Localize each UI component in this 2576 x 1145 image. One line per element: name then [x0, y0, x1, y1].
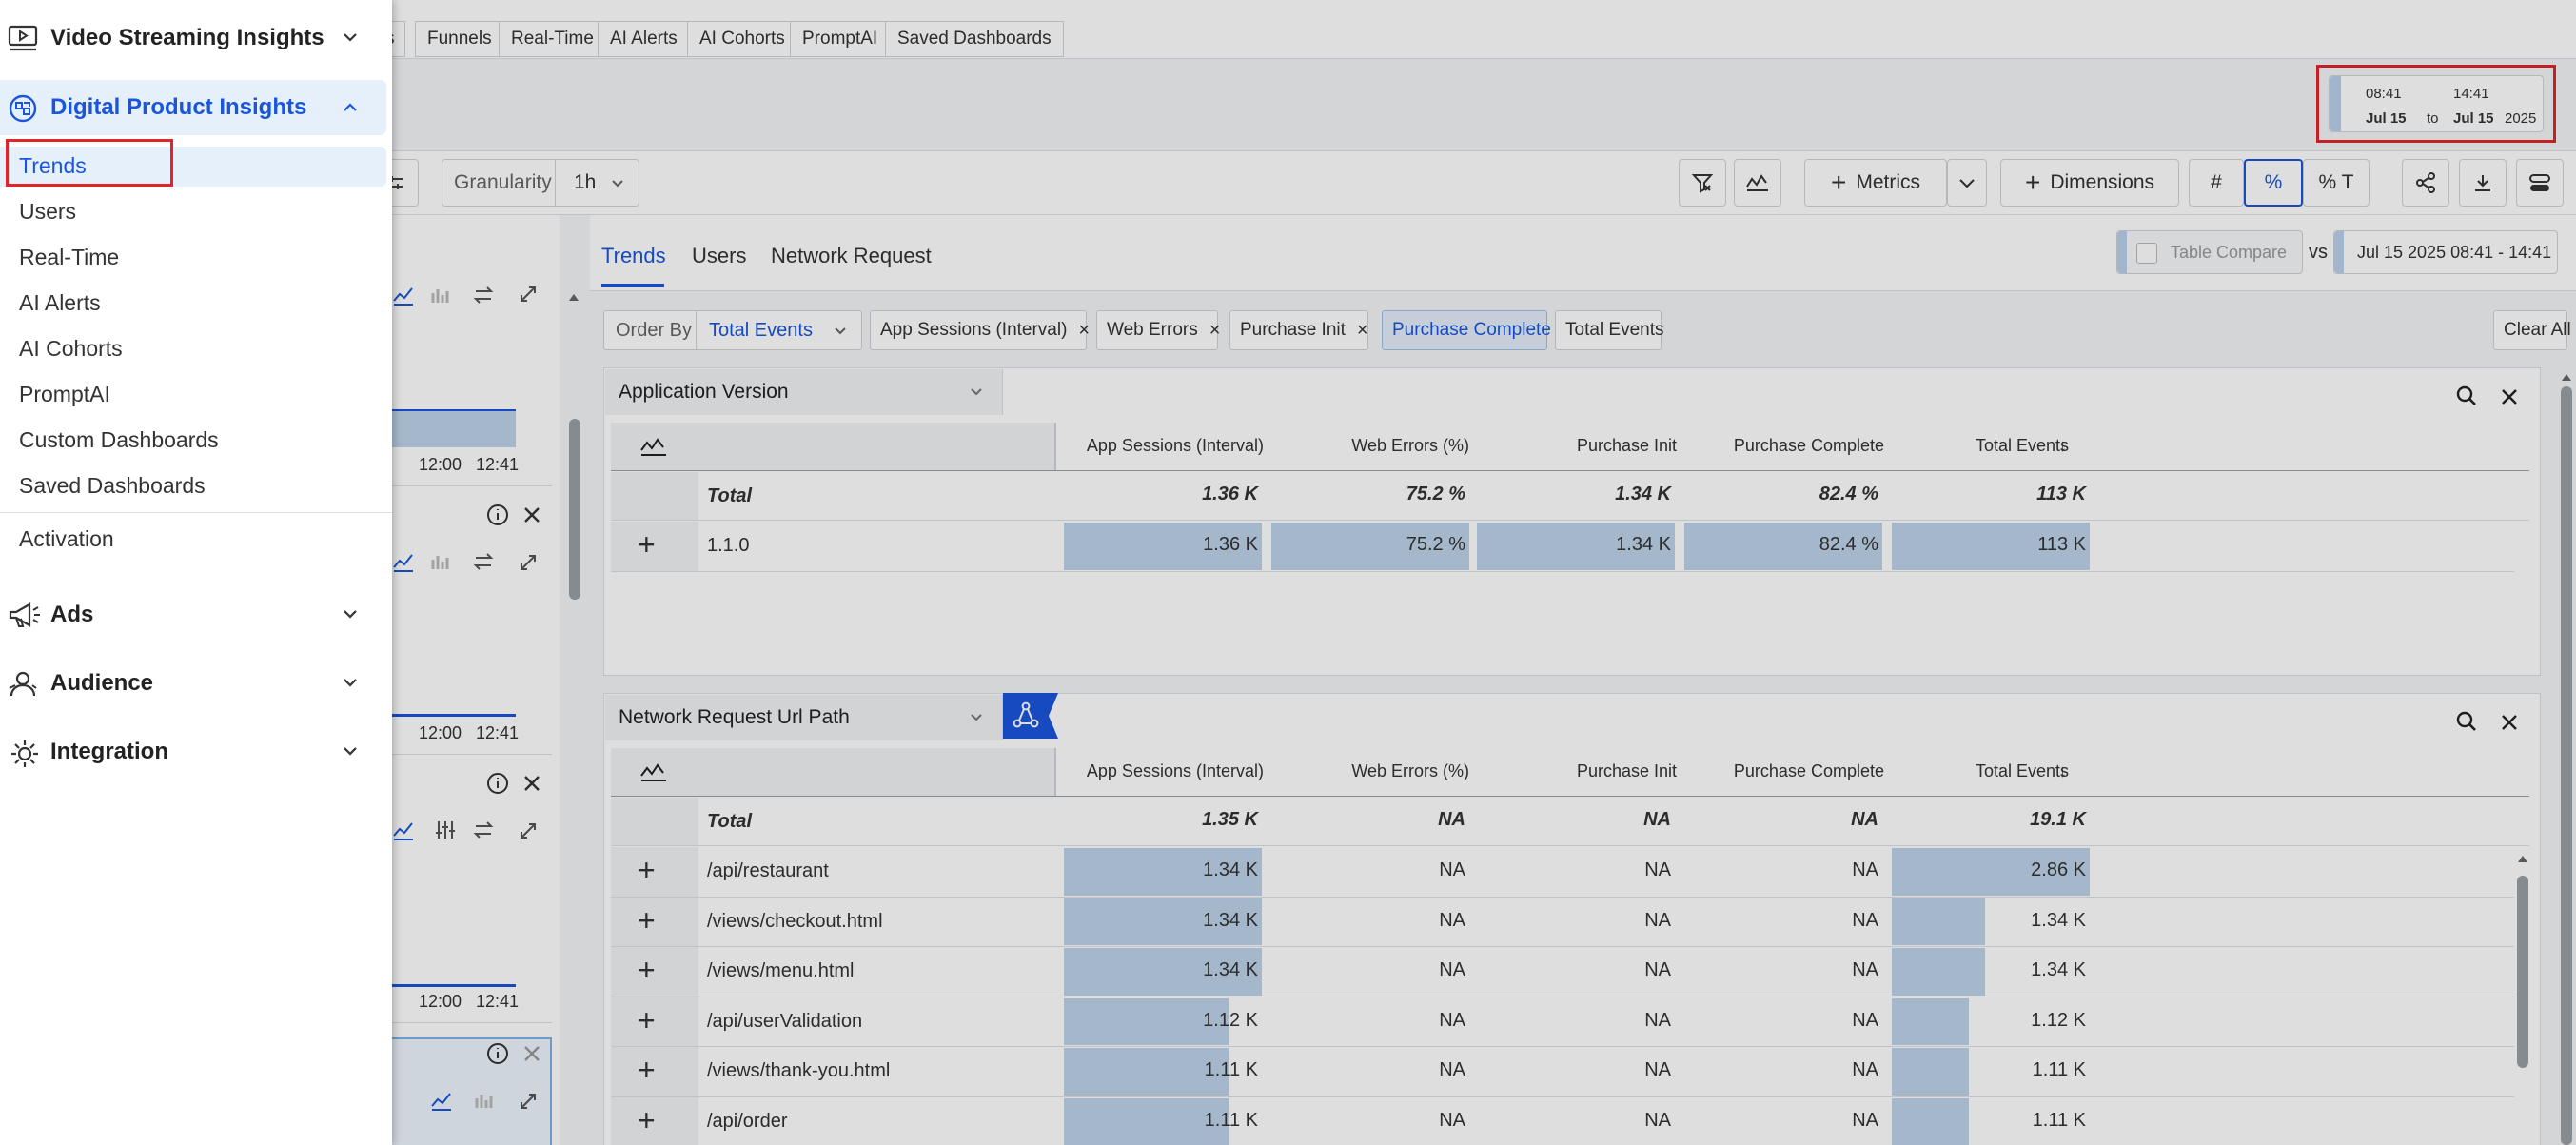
section-label: Audience — [50, 670, 154, 696]
nav-item-saved-dashboards[interactable]: Saved Dashboards — [19, 473, 206, 499]
section-label: Ads — [50, 602, 94, 627]
nav-item-custom-dashboards[interactable]: Custom Dashboards — [19, 427, 219, 453]
nav-item-ai-alerts[interactable]: AI Alerts — [19, 290, 101, 316]
integration-gear-icon — [11, 740, 38, 767]
nav-item-activation[interactable]: Activation — [19, 526, 114, 552]
section-label: Integration — [50, 739, 168, 764]
nav-item-promptai[interactable]: PromptAI — [19, 382, 110, 407]
digital-product-icon — [9, 94, 37, 123]
section-video-streaming-insights[interactable]: Video Streaming Insights — [0, 11, 386, 65]
chevron-down-icon — [344, 747, 357, 756]
nav-item-real-time[interactable]: Real-Time — [19, 245, 119, 270]
section-label: Digital Product Insights — [50, 94, 307, 120]
section-ads[interactable]: Ads — [0, 588, 386, 642]
drawer-divider — [0, 512, 392, 513]
audience-icon — [9, 671, 37, 697]
nav-item-users[interactable]: Users — [19, 199, 76, 225]
megaphone-icon — [9, 602, 40, 627]
section-integration[interactable]: Integration — [0, 725, 386, 779]
nav-item-ai-cohorts[interactable]: AI Cohorts — [19, 336, 123, 362]
chevron-up-icon — [344, 103, 357, 111]
section-label: Video Streaming Insights — [50, 25, 324, 50]
chevron-down-icon — [344, 610, 357, 619]
section-digital-product-insights[interactable]: Digital Product Insights — [0, 80, 386, 135]
chevron-down-icon — [344, 679, 357, 687]
video-play-icon — [8, 25, 38, 51]
chevron-down-icon — [344, 33, 357, 42]
section-audience[interactable]: Audience — [0, 657, 386, 710]
nav-item-trends[interactable]: Trends — [19, 153, 87, 179]
nav-drawer: Video Streaming Insights Digital Product… — [0, 0, 392, 1145]
